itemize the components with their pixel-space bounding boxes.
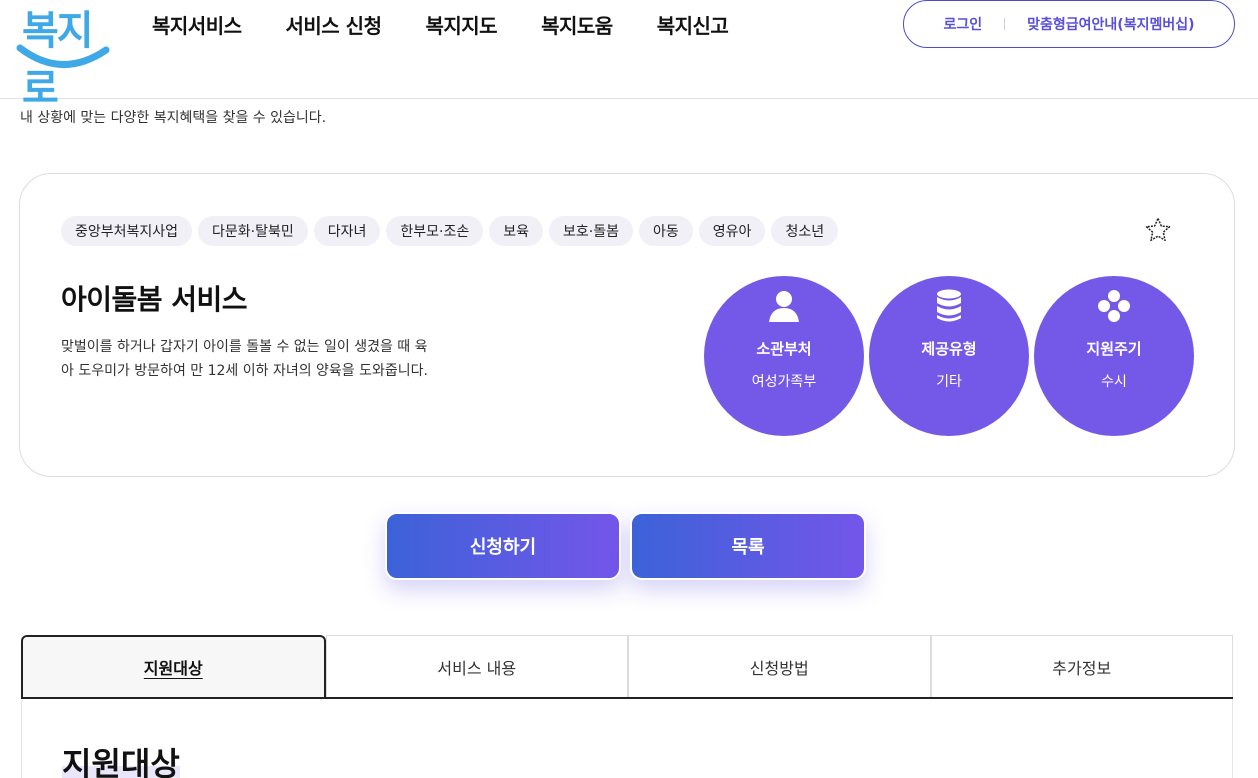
dots-icon: [1097, 289, 1131, 323]
nav-welfare-help[interactable]: 복지도움: [541, 10, 613, 39]
info-value: 기타: [936, 374, 962, 390]
nav-welfare-report[interactable]: 복지신고: [657, 10, 729, 39]
tab-content: 지원대상: [21, 699, 1233, 778]
tag-item: 한부모·조손: [386, 216, 484, 246]
section-title: 지원대상: [62, 739, 180, 778]
tag-item: 아동: [639, 216, 693, 246]
tab-support-target[interactable]: 지원대상: [21, 635, 326, 697]
site-header: 복지로 복지서비스 서비스 신청 복지지도 복지도움 복지신고 로그인 맞춤형급…: [0, 0, 1258, 112]
info-provide-type: 제공유형 기타: [869, 276, 1029, 436]
info-label: 제공유형: [921, 340, 977, 358]
tag-item: 보육: [489, 216, 544, 246]
tag-item: 보호·돌봄: [549, 216, 634, 246]
tag-item: 다자녀: [313, 216, 381, 246]
main-navigation: 복지서비스 서비스 신청 복지지도 복지도움 복지신고: [152, 10, 772, 39]
database-icon: [935, 289, 963, 323]
membership-link[interactable]: 맞춤형급여안내(복지멤버십): [1027, 14, 1194, 34]
nav-welfare-map[interactable]: 복지지도: [425, 10, 497, 39]
nav-welfare-service[interactable]: 복지서비스: [152, 10, 242, 39]
info-label: 지원주기: [1086, 340, 1142, 358]
util-divider: [1004, 18, 1006, 30]
service-title: 아이돌봄 서비스: [61, 283, 248, 316]
tag-item: 다문화·탈북민: [198, 216, 308, 246]
info-value: 수시: [1101, 374, 1127, 390]
info-label: 소관부처: [756, 340, 812, 358]
list-button[interactable]: 목록: [630, 512, 866, 580]
nav-service-apply[interactable]: 서비스 신청: [286, 10, 382, 39]
page-intro: 내 상황에 맞는 다양한 복지혜택을 찾을 수 있습니다.: [20, 110, 327, 126]
person-icon: [767, 289, 801, 323]
section-title-text: 지원대상: [62, 745, 180, 778]
apply-button[interactable]: 신청하기: [385, 512, 621, 580]
detail-tabs: 지원대상 서비스 내용 신청방법 추가정보: [21, 635, 1233, 699]
favorite-star-icon[interactable]: [1144, 216, 1172, 244]
tag-item: 중앙부처복지사업: [61, 216, 193, 246]
info-support-cycle: 지원주기 수시: [1034, 276, 1194, 436]
login-link[interactable]: 로그인: [944, 14, 983, 34]
service-description: 맞벌이를 하거나 갑자기 아이를 돌볼 수 없는 일이 생겼을 때 육아 도우미…: [61, 339, 428, 379]
tab-service-content[interactable]: 서비스 내용: [325, 635, 628, 697]
service-info-list: 소관부처 여성가족부 제공유형 기타 지원주기 수시: [704, 276, 1199, 436]
tag-list: 중앙부처복지사업 다문화·탈북민 다자녀 한부모·조손 보육 보호·돌봄 아동 …: [61, 216, 844, 246]
site-logo[interactable]: 복지로: [16, 0, 112, 112]
tag-item: 청소년: [771, 216, 839, 246]
info-value: 여성가족부: [751, 374, 817, 390]
service-card: 중앙부처복지사업 다문화·탈북민 다자녀 한부모·조손 보육 보호·돌봄 아동 …: [19, 173, 1235, 477]
tab-additional-info[interactable]: 추가정보: [930, 635, 1233, 697]
logo-smile-icon: [16, 44, 110, 68]
tab-apply-method[interactable]: 신청방법: [628, 635, 931, 697]
tag-item: 영유아: [698, 216, 766, 246]
util-menu: 로그인 맞춤형급여안내(복지멤버십): [903, 0, 1235, 48]
info-department: 소관부처 여성가족부: [704, 276, 864, 436]
